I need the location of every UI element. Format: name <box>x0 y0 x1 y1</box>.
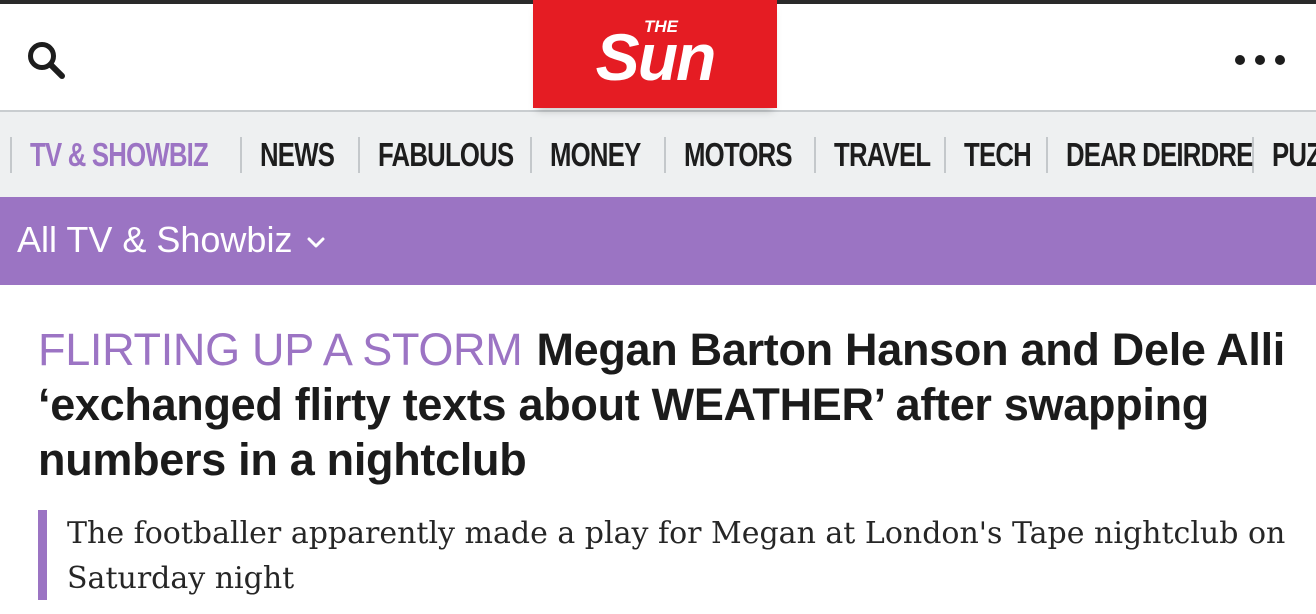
search-button[interactable] <box>22 36 72 86</box>
section-bar: All TV & Showbiz <box>0 197 1316 285</box>
standfirst-accent-bar <box>38 510 47 600</box>
nav-item-tv-showbiz[interactable]: TV & SHOWBIZ <box>30 136 209 174</box>
chevron-down-icon <box>307 237 325 248</box>
logo-main-text: Sun <box>596 20 715 94</box>
nav-separator <box>664 136 666 173</box>
nav-separator <box>944 136 946 173</box>
nav-separator <box>530 136 532 173</box>
nav-separator <box>10 136 12 173</box>
section-dropdown-label: All TV & Showbiz <box>17 219 293 260</box>
nav-separator <box>240 136 242 173</box>
nav-list: TV & SHOWBIZ NEWS FABULOUS MONEY MOTORS … <box>0 112 1316 197</box>
article-standfirst: The footballer apparently made a play fo… <box>67 516 1286 596</box>
search-icon <box>28 42 65 79</box>
nav-item-money[interactable]: MONEY <box>550 136 641 174</box>
more-horizontal-icon <box>1235 55 1285 65</box>
more-menu-button[interactable] <box>1228 40 1292 80</box>
section-nav: TV & SHOWBIZ NEWS FABULOUS MONEY MOTORS … <box>0 112 1316 197</box>
nav-item-travel[interactable]: TRAVEL <box>834 136 931 174</box>
nav-separator <box>1046 136 1048 173</box>
nav-item-tech[interactable]: TECH <box>964 136 1032 174</box>
nav-separator <box>814 136 816 173</box>
article-headline[interactable]: FLIRTING UP A STORM Megan Barton Hanson a… <box>38 322 1288 487</box>
nav-separator <box>358 136 360 173</box>
nav-item-dear-deirdre[interactable]: DEAR DEIRDRE <box>1066 136 1253 174</box>
the-sun-logo[interactable]: THE Sun <box>533 0 777 108</box>
section-dropdown[interactable]: All TV & Showbiz <box>17 219 326 261</box>
nav-item-news[interactable]: NEWS <box>260 136 335 174</box>
nav-item-fabulous[interactable]: FABULOUS <box>378 136 514 174</box>
article-kicker: FLIRTING UP A STORM <box>38 324 523 375</box>
header-divider <box>0 110 1316 112</box>
nav-item-motors[interactable]: MOTORS <box>684 136 793 174</box>
nav-item-puzzles[interactable]: PUZZLES <box>1272 136 1316 174</box>
